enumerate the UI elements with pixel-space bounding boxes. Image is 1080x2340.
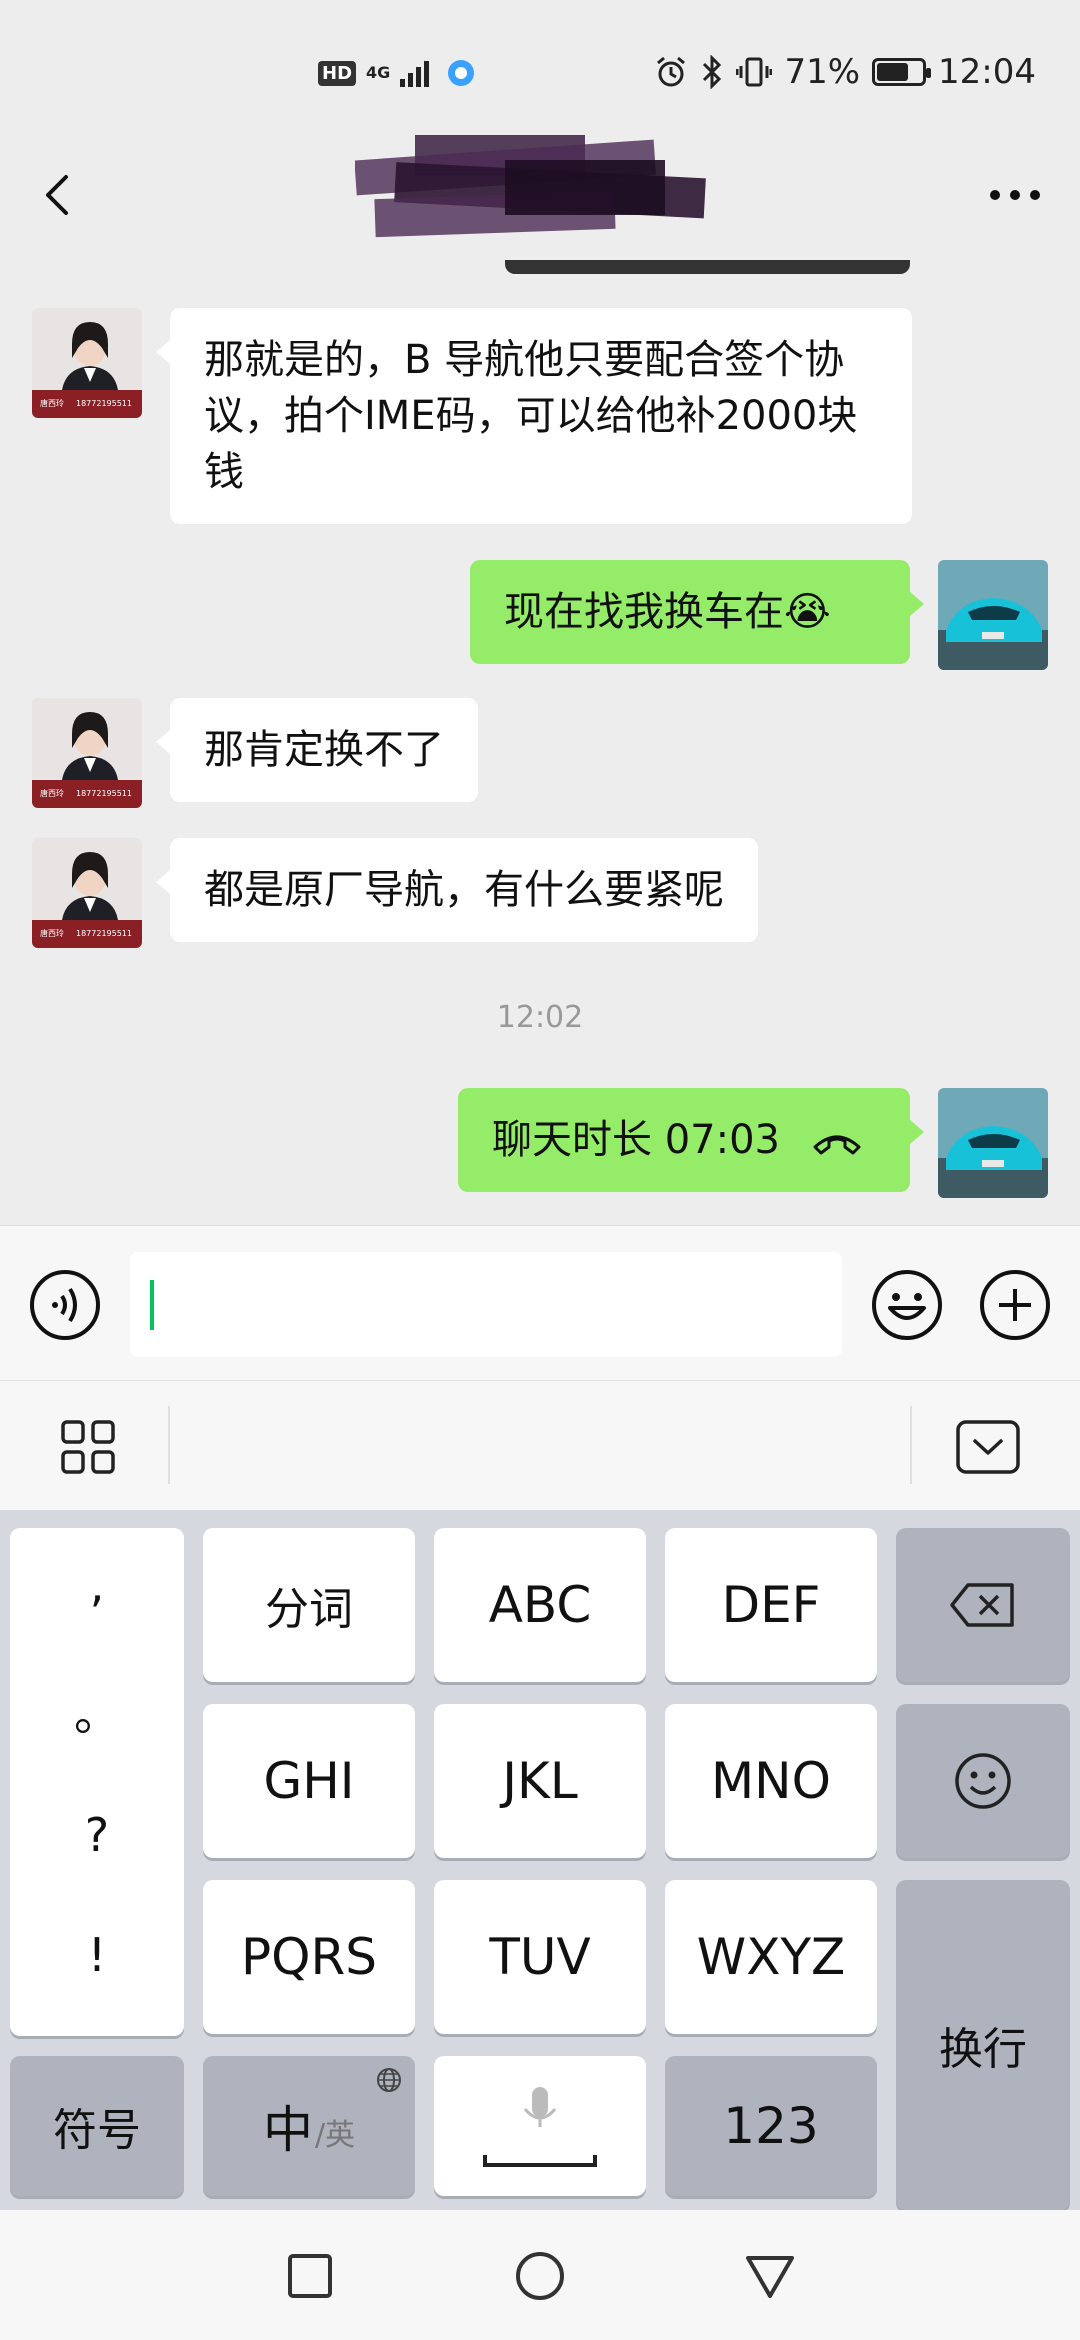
lang-main-label: 中	[262, 2101, 313, 2159]
qq-browser-icon	[448, 60, 475, 86]
alarm-icon	[657, 56, 686, 87]
hide-keyboard-icon[interactable]	[955, 1419, 1021, 1475]
more-icon[interactable]	[980, 165, 1050, 225]
key-jkl[interactable]: JKL	[434, 1704, 646, 1858]
call-duration-text: 聊天时长 07:03	[492, 1117, 780, 1163]
toolbar-divider	[910, 1406, 912, 1484]
hang-up-icon	[813, 1135, 861, 1155]
key-mno[interactable]: MNO	[665, 1704, 877, 1858]
plus-icon[interactable]	[978, 1268, 1052, 1342]
avatar-phone: 18772195511	[76, 789, 132, 798]
message-list[interactable]: 唐西玲 18772195511 那就是的，B 导航他只要配合签个协议，拍个IME…	[0, 260, 1080, 1225]
punct-exclaim[interactable]: !	[10, 1928, 184, 1982]
toolbar-divider	[168, 1406, 170, 1484]
emoji-face-icon	[955, 1753, 1011, 1809]
avatar-phone: 18772195511	[76, 399, 132, 408]
lang-sub-label: /英	[314, 2118, 356, 2153]
status-bar: HD 4G 71% 12:04	[0, 0, 1080, 135]
self-avatar[interactable]	[938, 560, 1048, 670]
globe-icon	[377, 2068, 401, 2092]
key-def[interactable]: DEF	[665, 1528, 877, 1682]
message-bubble[interactable]: 那肯定换不了	[156, 698, 478, 802]
call-record-bubble[interactable]: 聊天时长 07:03	[458, 1088, 924, 1192]
message-bubble-self[interactable]: 现在找我换车在😭	[470, 560, 924, 664]
key-abc[interactable]: ABC	[434, 1528, 646, 1682]
key-pqrs[interactable]: PQRS	[203, 1880, 415, 2034]
network-4g-icon: 4G	[366, 63, 391, 82]
battery-icon	[872, 58, 932, 86]
signal-icon	[400, 61, 430, 87]
contact-avatar[interactable]: 唐西玲 18772195511	[32, 838, 142, 948]
battery-fill	[877, 63, 909, 81]
avatar-phone: 18772195511	[76, 929, 132, 938]
recent-apps-icon[interactable]	[282, 2248, 338, 2304]
text-cursor	[150, 1280, 154, 1330]
language-switch-key[interactable]: 中/英	[203, 2056, 415, 2196]
space-key[interactable]	[434, 2056, 646, 2196]
key-ghi[interactable]: GHI	[203, 1704, 415, 1858]
avatar-name: 唐西玲	[40, 788, 64, 798]
status-time: 12:04	[938, 52, 1036, 92]
message-bubble[interactable]: 都是原厂导航，有什么要紧呢	[156, 838, 758, 942]
bluetooth-icon	[703, 55, 722, 89]
chat-header	[0, 135, 1080, 260]
status-left: HD 4G	[318, 58, 476, 88]
battery-percent: 71%	[784, 52, 861, 92]
home-icon[interactable]	[512, 2248, 568, 2304]
emoji-key[interactable]	[896, 1704, 1070, 1858]
punctuation-column[interactable]: , 。 ? !	[10, 1528, 184, 2036]
punct-question[interactable]: ?	[10, 1808, 184, 1862]
hd-icon: HD	[318, 60, 357, 86]
redacted-chat-title	[355, 135, 706, 238]
contact-avatar[interactable]: 唐西玲 18772195511	[32, 698, 142, 808]
emoji-icon[interactable]	[870, 1268, 944, 1342]
microphone-icon	[483, 2087, 597, 2167]
system-navigation-bar	[0, 2210, 1080, 2340]
keyboard-toolbar	[0, 1380, 1080, 1510]
voice-icon[interactable]	[28, 1268, 102, 1342]
key-segment[interactable]: 分词	[203, 1528, 415, 1682]
backspace-icon	[950, 1583, 1014, 1627]
numbers-key[interactable]: 123	[665, 2056, 877, 2196]
message-input[interactable]	[130, 1252, 842, 1357]
enter-key[interactable]: 换行	[896, 1880, 1070, 2210]
apps-grid-icon[interactable]	[60, 1419, 116, 1475]
status-right: 71% 12:04	[654, 52, 1036, 92]
self-avatar[interactable]	[938, 1088, 1048, 1198]
key-tuv[interactable]: TUV	[434, 1880, 646, 2034]
backspace-key[interactable]	[896, 1528, 1070, 1682]
input-bar	[0, 1225, 1080, 1380]
symbols-key[interactable]: 符号	[10, 2056, 184, 2196]
back-icon[interactable]	[30, 165, 90, 225]
message-timestamp: 12:02	[496, 1000, 584, 1035]
vibrate-icon	[736, 57, 773, 87]
avatar-name: 唐西玲	[40, 928, 64, 938]
message-bubble[interactable]: 那就是的，B 导航他只要配合签个协议，拍个IME码，可以给他补2000块钱	[156, 308, 912, 524]
image-message-partial[interactable]	[505, 260, 910, 274]
nav-back-icon[interactable]	[742, 2248, 798, 2304]
key-wxyz[interactable]: WXYZ	[665, 1880, 877, 2034]
t9-keyboard: , 。 ? ! 分词 ABC DEF GHI JKL MNO PQRS TUV …	[0, 1510, 1080, 2210]
avatar-name: 唐西玲	[40, 398, 64, 408]
contact-avatar[interactable]: 唐西玲 18772195511	[32, 308, 142, 418]
punct-period[interactable]: 。	[10, 1678, 184, 1744]
punct-comma[interactable]: ,	[10, 1558, 184, 1612]
